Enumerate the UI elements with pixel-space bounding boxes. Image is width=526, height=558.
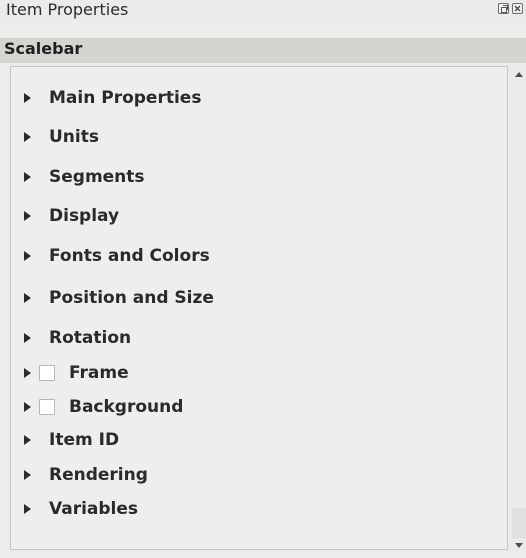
section-display[interactable]: Display	[24, 204, 119, 228]
section-label: Rendering	[49, 465, 148, 485]
section-label: Item ID	[49, 430, 120, 450]
expand-arrow-icon[interactable]	[24, 251, 31, 261]
scrollbar-handle[interactable]	[512, 508, 526, 538]
section-item-id[interactable]: Item ID	[24, 428, 119, 452]
expand-arrow-icon[interactable]	[24, 211, 31, 221]
expand-arrow-icon[interactable]	[24, 470, 31, 480]
expand-arrow-icon[interactable]	[24, 132, 31, 142]
expand-arrow-icon[interactable]	[24, 504, 31, 514]
section-label: Fonts and Colors	[49, 246, 210, 266]
expand-arrow-icon[interactable]	[24, 368, 31, 378]
section-position-and-size[interactable]: Position and Size	[24, 286, 214, 310]
expand-arrow-icon[interactable]	[24, 172, 31, 182]
scroll-down-arrow-icon[interactable]	[515, 543, 523, 548]
section-label: Background	[69, 397, 184, 417]
section-fonts-and-colors[interactable]: Fonts and Colors	[24, 244, 210, 268]
panel-title: Item Properties	[6, 0, 129, 19]
section-rendering[interactable]: Rendering	[24, 463, 148, 487]
section-rotation[interactable]: Rotation	[24, 326, 131, 350]
section-variables[interactable]: Variables	[24, 497, 138, 521]
item-type-header: Scalebar	[0, 38, 526, 63]
section-label: Position and Size	[49, 288, 214, 308]
section-main-properties[interactable]: Main Properties	[24, 86, 201, 110]
section-label: Display	[49, 206, 120, 226]
section-label: Segments	[49, 167, 145, 187]
item-type-label: Scalebar	[4, 39, 83, 58]
expand-arrow-icon[interactable]	[24, 293, 31, 303]
expand-arrow-icon[interactable]	[24, 333, 31, 343]
item-properties-panel: Item Properties Scalebar Main Properties…	[0, 0, 526, 558]
section-label: Frame	[69, 363, 129, 383]
close-icon[interactable]	[512, 3, 523, 14]
section-units[interactable]: Units	[24, 125, 99, 149]
scroll-up-arrow-icon[interactable]	[515, 72, 523, 77]
section-background[interactable]: Background	[24, 395, 183, 419]
expand-arrow-icon[interactable]	[24, 435, 31, 445]
expand-arrow-icon[interactable]	[24, 93, 31, 103]
section-label: Variables	[49, 499, 139, 519]
frame-checkbox[interactable]	[39, 365, 55, 381]
expand-arrow-icon[interactable]	[24, 402, 31, 412]
panel-titlebar: Item Properties	[0, 0, 526, 19]
section-label: Main Properties	[49, 88, 202, 108]
section-frame[interactable]: Frame	[24, 361, 129, 385]
background-checkbox[interactable]	[39, 399, 55, 415]
section-label: Units	[49, 127, 99, 147]
float-window-icon[interactable]	[498, 3, 509, 14]
vertical-scrollbar[interactable]	[510, 66, 526, 550]
section-label: Rotation	[49, 328, 132, 348]
section-segments[interactable]: Segments	[24, 165, 145, 189]
